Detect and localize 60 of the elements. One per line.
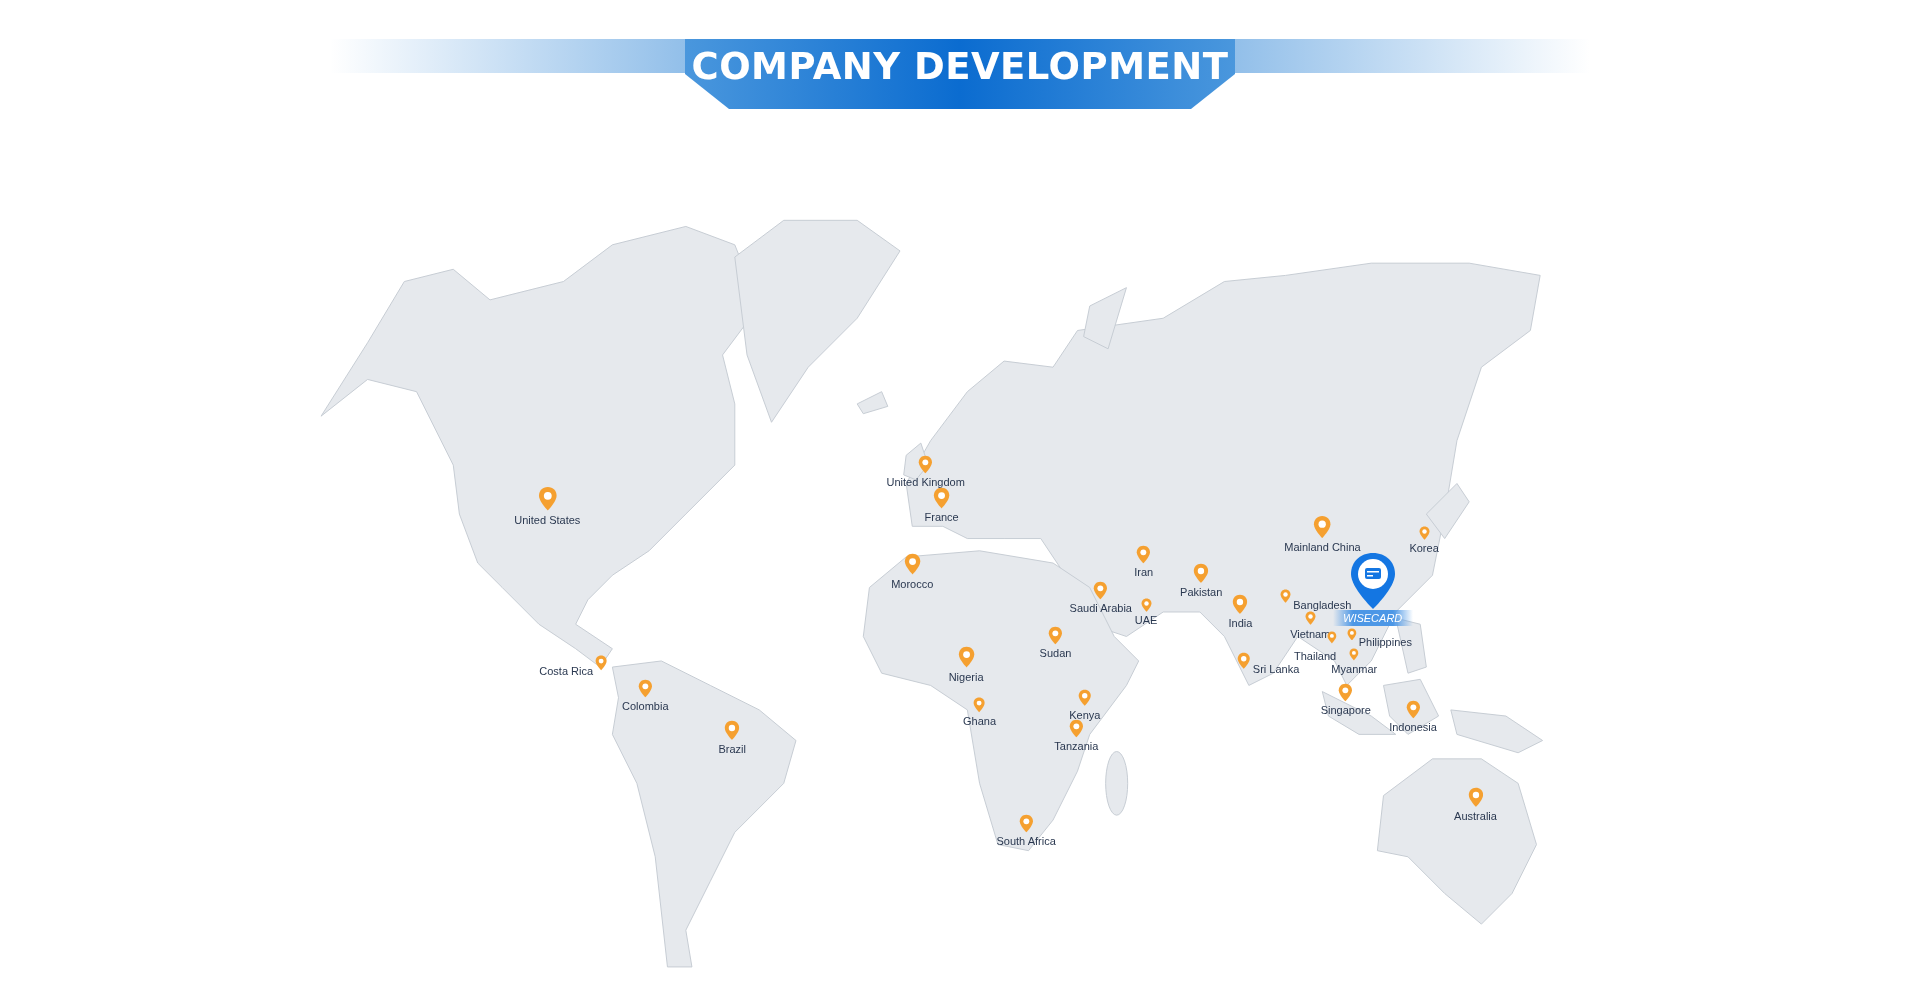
location-label: Colombia: [622, 699, 669, 712]
location-label: Brazil: [718, 742, 746, 755]
location-label: South Africa: [996, 834, 1056, 847]
location-pin-icon: [1327, 631, 1338, 645]
location-pin-icon: [1237, 652, 1251, 670]
location-pin-icon: [537, 486, 558, 512]
location-pin-icon: [1078, 689, 1092, 707]
location-label: France: [924, 511, 959, 524]
location-pin-icon: [1349, 648, 1360, 662]
location-label: UAE: [1134, 614, 1158, 627]
location-label: Indonesia: [1389, 720, 1437, 733]
location-label: Iran: [1134, 566, 1154, 579]
location-label: Ghana: [963, 714, 997, 727]
location-pin-icon: [1304, 611, 1316, 626]
location-pin-icon: [1280, 589, 1292, 604]
location-pin-icon: [1018, 813, 1034, 833]
location-label: Pakistan: [1180, 586, 1223, 599]
location-pin-icon: [1418, 525, 1430, 540]
location-label: Bangladesh: [1293, 598, 1352, 611]
location-pin-icon: [903, 553, 921, 576]
location-pin-icon: [1136, 545, 1151, 565]
location-pin-icon: [973, 696, 986, 713]
location-pin-icon: [957, 646, 975, 669]
location-label: India: [1228, 616, 1253, 629]
location-pin-icon: [595, 655, 608, 671]
location-label: Costa Rica: [539, 665, 594, 678]
location-pin-icon: [1140, 597, 1152, 613]
page-title: COMPANY DEVELOPMENT: [691, 45, 1229, 88]
location-label: Kenya: [1069, 708, 1101, 721]
location-label: Singapore: [1320, 703, 1371, 716]
location-label: Vietnam: [1290, 627, 1331, 640]
location-label: United Kingdom: [886, 475, 965, 488]
location-label: Sri Lanka: [1252, 663, 1300, 676]
location-pin-icon: [1405, 699, 1421, 719]
location-pin-icon: [1313, 514, 1332, 539]
location-pin-icon: [933, 487, 951, 510]
location-label: Morocco: [891, 577, 934, 590]
location-label: Australia: [1454, 810, 1497, 823]
headquarters-label: WISECARD: [1332, 609, 1413, 626]
location-pin-icon: [1048, 626, 1063, 646]
location-label: Korea: [1409, 542, 1439, 554]
location-pin-icon: [724, 720, 741, 741]
location-label: United States: [514, 513, 581, 526]
location-label: Philippines: [1358, 636, 1412, 649]
location-pin-icon: [1068, 719, 1084, 739]
location-pin-icon: [1467, 787, 1484, 809]
location-label: Sudan: [1039, 647, 1072, 660]
location-pin-icon: [637, 678, 653, 698]
location-pin-icon: [1232, 594, 1249, 615]
location-label: Saudi Arabia: [1069, 602, 1132, 614]
location-label: Mainland China: [1284, 540, 1361, 553]
location-label: Nigeria: [948, 670, 984, 683]
location-pin-icon: [1338, 682, 1354, 702]
location-label: Thailand: [1294, 650, 1337, 663]
location-label: Tanzania: [1054, 740, 1099, 753]
location-pin-icon: [1093, 580, 1109, 600]
location-pin-icon: [1346, 627, 1357, 641]
location-pin-icon: [918, 454, 934, 474]
location-pin-icon: [1193, 563, 1210, 585]
location-label: Myanmar: [1331, 663, 1378, 676]
